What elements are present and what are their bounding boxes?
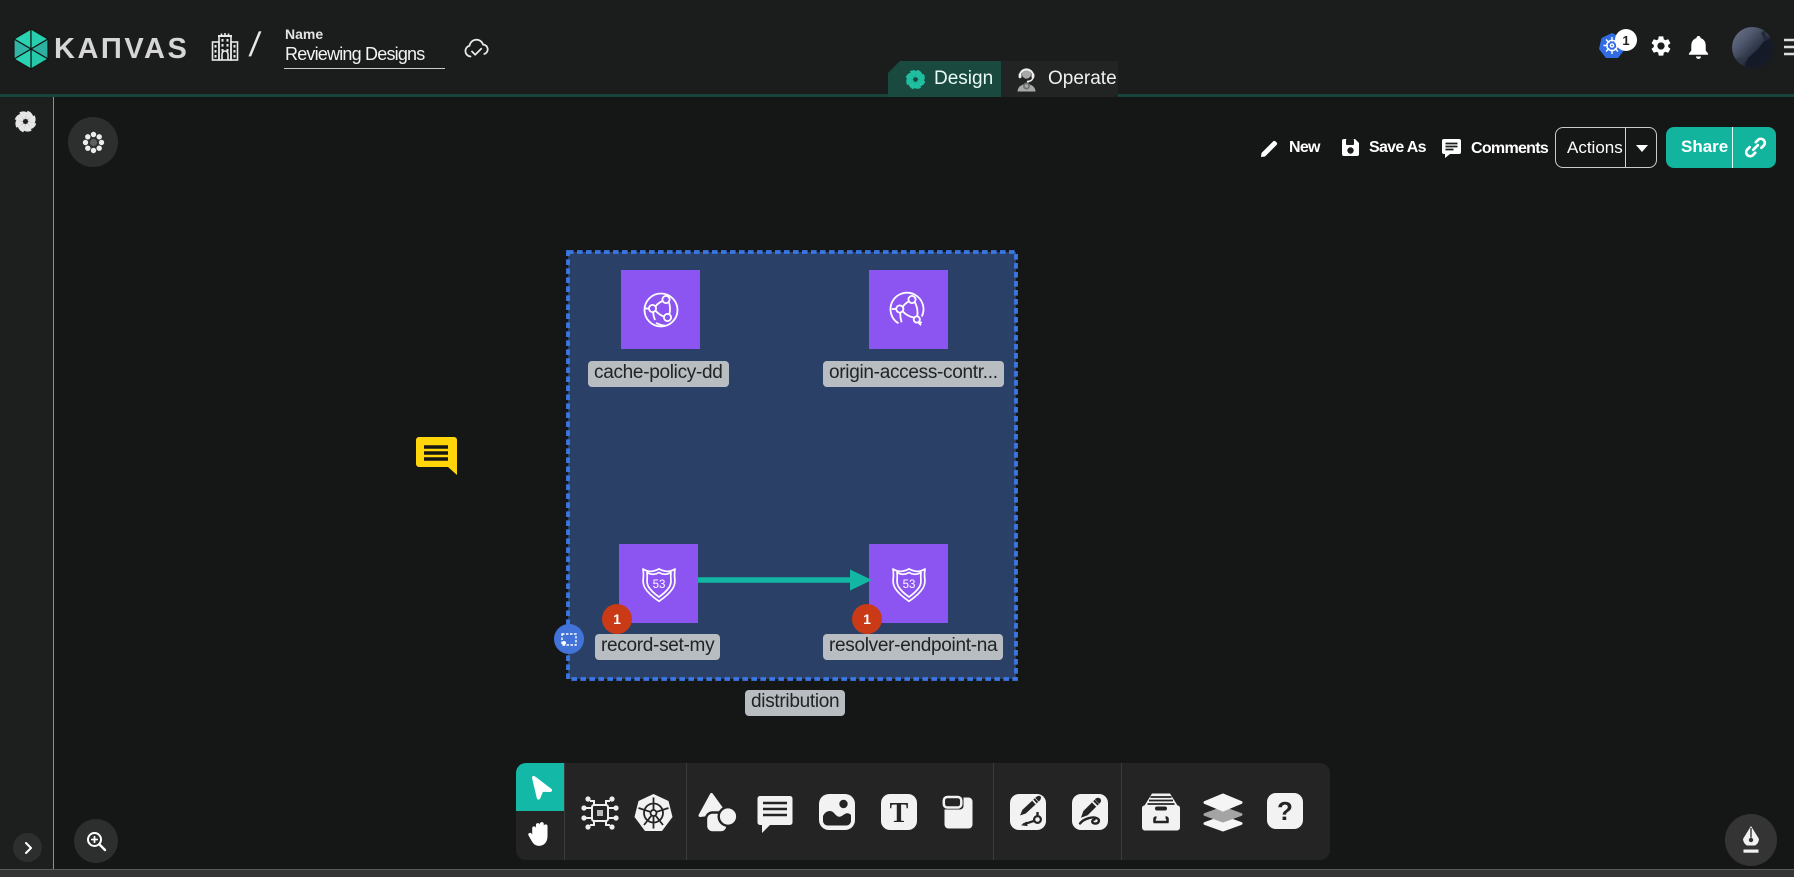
svg-text:53: 53 xyxy=(902,578,915,590)
svg-text:53: 53 xyxy=(652,578,665,590)
svg-text:T: T xyxy=(890,798,909,829)
svg-text:?: ? xyxy=(1277,796,1293,826)
